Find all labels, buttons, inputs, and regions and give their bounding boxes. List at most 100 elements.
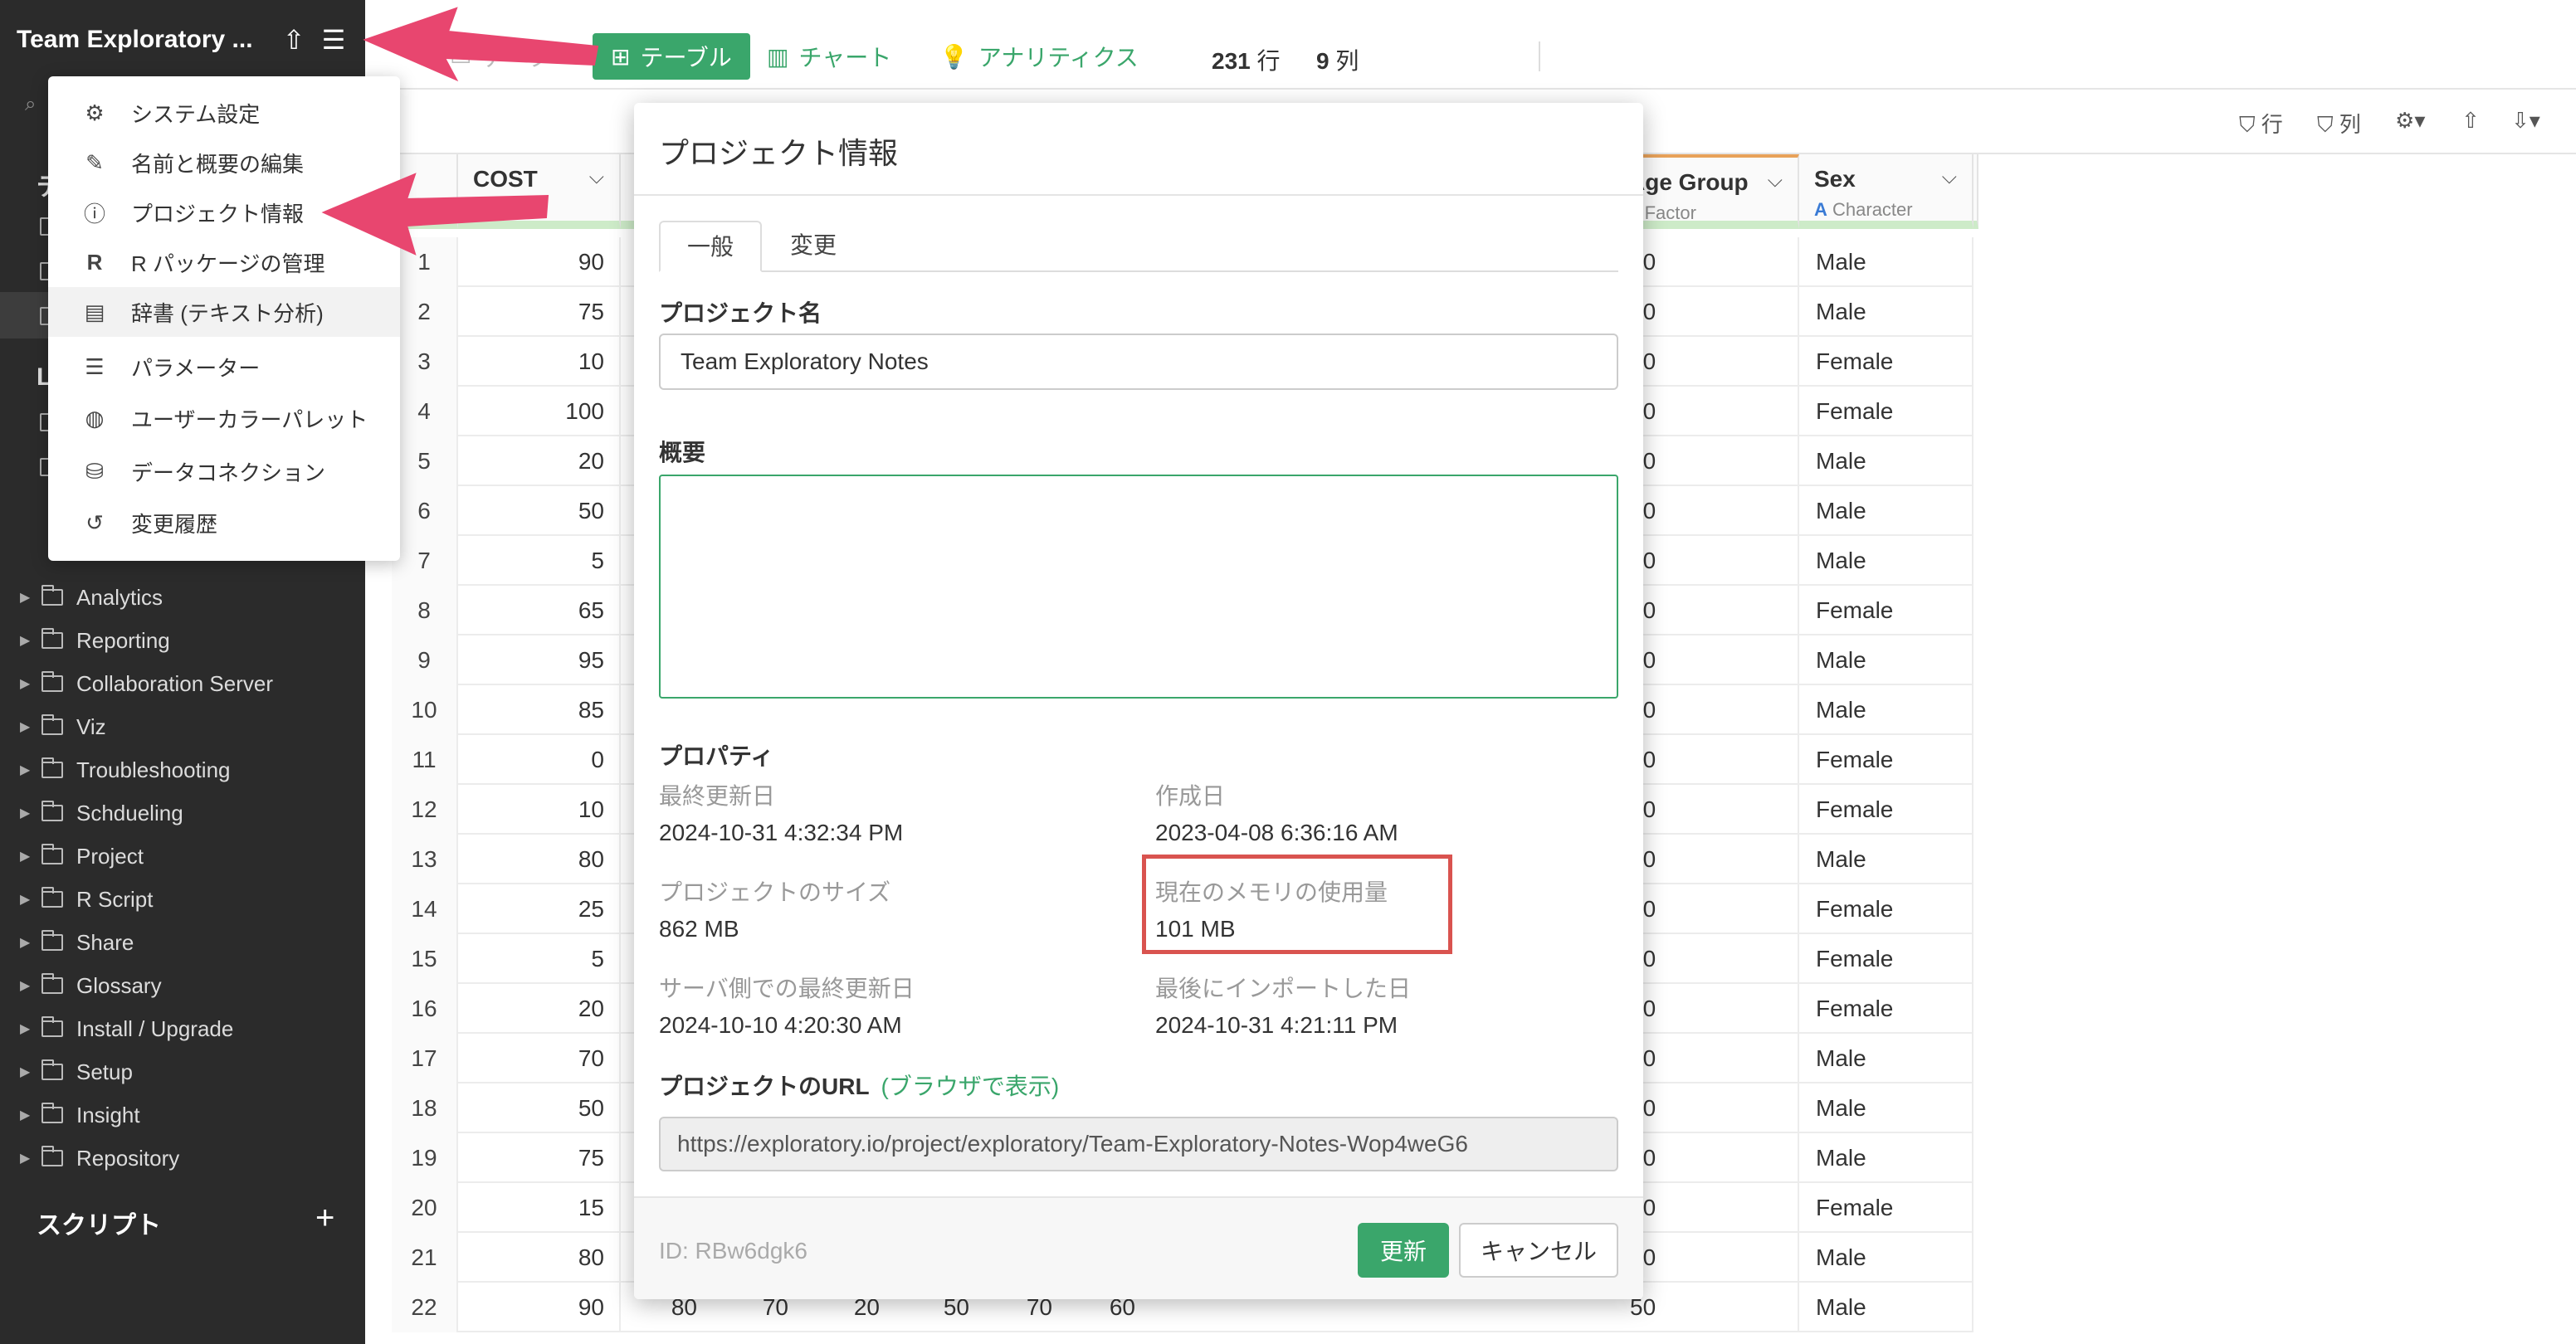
cost-cell[interactable]: 70 (458, 1034, 621, 1083)
cost-cell[interactable]: 80 (458, 1233, 621, 1283)
row-number-cell[interactable]: 18 (392, 1083, 458, 1133)
sex-cell[interactable]: Female (1799, 785, 1973, 835)
folder-viz[interactable]: ▶ Viz (0, 705, 365, 748)
caret-right-icon[interactable]: ▶ (20, 718, 35, 735)
row-number-cell[interactable]: 16 (392, 984, 458, 1034)
cost-cell[interactable]: 5 (458, 934, 621, 984)
sex-cell[interactable]: Male (1799, 1133, 1973, 1183)
row-number-cell[interactable]: 4 (392, 387, 458, 436)
sex-cell[interactable]: Male (1799, 287, 1973, 337)
sex-cell[interactable]: Female (1799, 884, 1973, 934)
row-number-cell[interactable]: 1 (392, 237, 458, 287)
cost-cell[interactable]: 50 (458, 486, 621, 536)
sex-cell[interactable]: Male (1799, 1233, 1973, 1283)
cost-cell[interactable]: 10 (458, 785, 621, 835)
caret-right-icon[interactable]: ▶ (20, 805, 35, 821)
sex-cell[interactable]: Male (1799, 536, 1973, 586)
caret-right-icon[interactable]: ▶ (20, 934, 35, 951)
cost-cell[interactable]: 20 (458, 436, 621, 486)
sex-cell[interactable]: Male (1799, 436, 1973, 486)
project-title[interactable]: Team Exploratory ... (17, 26, 274, 54)
folder-install-upgrade[interactable]: ▶ Install / Upgrade (0, 1007, 365, 1050)
cost-cell[interactable]: 20 (458, 984, 621, 1034)
sex-cell[interactable]: Female (1799, 586, 1973, 635)
menu-item-system-settings[interactable]: ⚙ システム設定 (48, 88, 400, 138)
tab-general[interactable]: 一般 (659, 221, 763, 272)
project-name-input[interactable]: Team Exploratory Notes (659, 334, 1618, 390)
row-number-cell[interactable]: 10 (392, 685, 458, 735)
sex-cell[interactable]: Male (1799, 1034, 1973, 1083)
sex-cell[interactable]: Female (1799, 1183, 1973, 1233)
caret-right-icon[interactable]: ▶ (20, 632, 35, 649)
menu-item-project-info[interactable]: ⓘ プロジェクト情報 (48, 187, 400, 237)
sex-cell[interactable]: Female (1799, 934, 1973, 984)
menu-item-edit-name[interactable]: ✎ 名前と概要の編集 (48, 138, 400, 187)
row-number-cell[interactable]: 3 (392, 337, 458, 387)
row-number-cell[interactable]: 17 (392, 1034, 458, 1083)
cost-cell[interactable]: 90 (458, 237, 621, 287)
caret-right-icon[interactable]: ▶ (20, 589, 35, 606)
download-dropdown[interactable]: ⇩▾ (2511, 108, 2540, 134)
tab-data-partial[interactable]: ▭ データ (450, 33, 551, 80)
caret-right-icon[interactable]: ▶ (20, 675, 35, 692)
cost-cell[interactable]: 0 (458, 735, 621, 785)
caret-right-icon[interactable]: ▶ (20, 1150, 35, 1166)
row-number-cell[interactable]: 21 (392, 1233, 458, 1283)
folder-troubleshooting[interactable]: ▶ Troubleshooting (0, 748, 365, 791)
menu-item-history[interactable]: ↺ 変更履歴 (48, 498, 400, 548)
sex-cell[interactable]: Male (1799, 835, 1973, 884)
row-number-cell[interactable]: 8 (392, 586, 458, 635)
update-button[interactable]: 更新 (1358, 1223, 1449, 1278)
cost-cell[interactable]: 85 (458, 685, 621, 735)
row-number-cell[interactable]: 9 (392, 635, 458, 685)
column-header-sex[interactable]: Sex A Character ⌵ (1799, 154, 1973, 229)
cancel-button[interactable]: キャンセル (1459, 1223, 1618, 1278)
tab-table[interactable]: ⊞ テーブル (593, 33, 750, 80)
column-header-cost[interactable]: COST ⌵ (458, 154, 621, 229)
tab-chart[interactable]: ▥ チャート (767, 33, 891, 80)
upload-icon[interactable]: ⇧ (274, 24, 314, 56)
caret-right-icon[interactable]: ▶ (20, 1107, 35, 1123)
folder-glossary[interactable]: ▶ Glossary (0, 964, 365, 1007)
row-number-cell[interactable]: 2 (392, 287, 458, 337)
column-filter-button[interactable]: ⛉ 列 (2317, 108, 2361, 139)
cost-cell[interactable]: 5 (458, 536, 621, 586)
row-number-cell[interactable]: 6 (392, 486, 458, 536)
sex-cell[interactable]: Female (1799, 984, 1973, 1034)
open-in-browser-link[interactable]: (ブラウザで表示) (881, 1074, 1060, 1099)
cost-cell[interactable]: 95 (458, 635, 621, 685)
row-number-cell[interactable]: 13 (392, 835, 458, 884)
row-number-cell[interactable]: 11 (392, 735, 458, 785)
folder-share[interactable]: ▶ Share (0, 921, 365, 964)
cost-cell[interactable]: 65 (458, 586, 621, 635)
project-url-field[interactable]: https://exploratory.io/project/explorato… (659, 1117, 1618, 1171)
menu-item-dictionary[interactable]: ▤ 辞書 (テキスト分析) (48, 287, 400, 337)
folder-setup[interactable]: ▶ Setup (0, 1050, 365, 1093)
export-button[interactable]: ⇧ (2461, 108, 2480, 134)
caret-right-icon[interactable]: ▶ (20, 891, 35, 908)
caret-right-icon[interactable]: ▶ (20, 848, 35, 864)
folder-project[interactable]: ▶ Project (0, 835, 365, 878)
cost-cell[interactable]: 100 (458, 387, 621, 436)
cost-cell[interactable]: 80 (458, 835, 621, 884)
caret-right-icon[interactable]: ▶ (20, 977, 35, 994)
folder-reporting[interactable]: ▶ Reporting (0, 619, 365, 662)
add-script-icon[interactable]: + (315, 1200, 334, 1237)
row-number-cell[interactable]: 12 (392, 785, 458, 835)
sex-cell[interactable]: Female (1799, 337, 1973, 387)
row-filter-button[interactable]: ⛉ 行 (2239, 108, 2283, 139)
sex-cell[interactable]: Male (1799, 635, 1973, 685)
chevron-down-icon[interactable]: ⌵ (1768, 169, 1783, 192)
sex-cell[interactable]: Male (1799, 237, 1973, 287)
cost-cell[interactable]: 50 (458, 1083, 621, 1133)
row-number-cell[interactable]: 5 (392, 436, 458, 486)
row-number-cell[interactable]: 14 (392, 884, 458, 934)
caret-right-icon[interactable]: ▶ (20, 762, 35, 778)
menu-item-data-connection[interactable]: ⛁ データコネクション (48, 446, 400, 496)
chevron-down-icon[interactable]: ⌵ (589, 166, 604, 189)
folder-insight[interactable]: ▶ Insight (0, 1093, 365, 1137)
menu-item-r-packages[interactable]: RR パッケージの管理 (48, 237, 400, 287)
sex-cell[interactable]: Male (1799, 486, 1973, 536)
cost-cell[interactable]: 90 (458, 1283, 621, 1332)
caret-right-icon[interactable]: ▶ (20, 1020, 35, 1037)
